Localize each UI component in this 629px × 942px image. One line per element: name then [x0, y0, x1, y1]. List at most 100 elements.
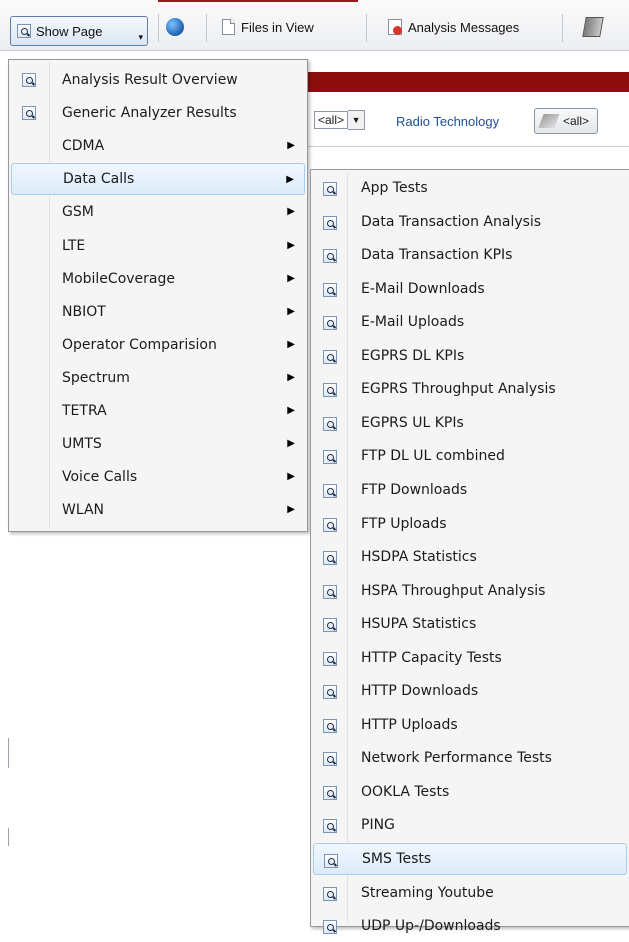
submenu-item-egprs-ul-kpis[interactable]: EGPRS UL KPIs — [313, 407, 627, 439]
magnifier-page-icon — [323, 584, 337, 599]
menu-item-mobilecoverage[interactable]: MobileCoverage ▶ — [11, 263, 305, 295]
menu-item-data-calls[interactable]: Data Calls ▶ — [11, 163, 305, 196]
book-button[interactable] — [582, 14, 604, 40]
filter-row: <all> ▼ Radio Technology <all> — [300, 106, 629, 136]
submenu-item-ftp-downloads[interactable]: FTP Downloads — [313, 474, 627, 506]
files-in-view-button[interactable]: Files in View — [222, 14, 314, 40]
magnifier-page-icon — [323, 551, 337, 566]
magnifier-page-icon — [323, 752, 337, 767]
submenu-item-e-mail-downloads[interactable]: E-Mail Downloads — [313, 273, 627, 305]
submenu-item-label: UDP Up-/Downloads — [361, 918, 501, 935]
data-calls-submenu: App Tests Data Transaction Analysis Data T… — [310, 169, 629, 935]
files-in-view-label: Files in View — [241, 19, 314, 35]
menu-item-tetra[interactable]: TETRA ▶ — [11, 395, 305, 427]
error-message-icon — [388, 19, 402, 35]
submenu-item-app-tests[interactable]: App Tests — [313, 172, 627, 204]
toolbar-divider — [562, 14, 563, 42]
submenu-item-label: EGPRS UL KPIs — [361, 414, 464, 431]
toolbar-divider — [366, 14, 367, 42]
menu-item-label: GSM — [62, 204, 94, 221]
first-filter-select[interactable]: <all> ▼ — [314, 110, 366, 130]
menu-item-nbiot[interactable]: NBIOT ▶ — [11, 296, 305, 328]
submenu-item-label: OOKLA Tests — [361, 783, 450, 800]
submenu-item-network-performance-tests[interactable]: Network Performance Tests — [313, 742, 627, 774]
magnifier-page-icon — [17, 24, 31, 38]
magnifier-page-icon — [323, 920, 337, 935]
magnifier-page-icon — [22, 73, 36, 87]
submenu-item-hsupa-statistics[interactable]: HSUPA Statistics — [313, 608, 627, 640]
submenu-item-http-uploads[interactable]: HTTP Uploads — [313, 709, 627, 741]
menu-item-generic-analyzer-results[interactable]: Generic Analyzer Results — [11, 97, 305, 129]
chevron-down-icon: ▾ — [138, 32, 143, 42]
submenu-item-label: FTP DL UL combined — [361, 448, 505, 465]
submenu-item-data-transaction-kpis[interactable]: Data Transaction KPIs — [313, 239, 627, 271]
radio-technology-value: <all> — [563, 114, 590, 128]
magnifier-page-icon — [323, 349, 337, 364]
magnifier-page-icon — [323, 483, 337, 498]
menu-item-operator-comparision[interactable]: Operator Comparision ▶ — [11, 329, 305, 361]
menu-item-gsm[interactable]: GSM ▶ — [11, 196, 305, 228]
submenu-item-ping[interactable]: PING — [313, 809, 627, 841]
submenu-item-label: HSUPA Statistics — [361, 616, 477, 633]
submenu-item-streaming-youtube[interactable]: Streaming Youtube — [313, 877, 627, 909]
submenu-item-label: EGPRS DL KPIs — [361, 347, 465, 364]
panel-divider — [300, 146, 629, 147]
magnifier-page-icon — [323, 819, 337, 834]
magnifier-page-icon — [323, 182, 337, 196]
menu-item-label: MobileCoverage — [62, 270, 175, 287]
submenu-item-label: HTTP Downloads — [361, 683, 479, 700]
edge-mark — [8, 738, 9, 768]
menu-item-lte[interactable]: LTE ▶ — [11, 230, 305, 262]
globe-icon — [166, 18, 184, 36]
show-page-label: Show Page — [36, 23, 103, 39]
toolbar-divider — [206, 14, 207, 42]
submenu-item-udp-up-downloads[interactable]: UDP Up-/Downloads — [313, 910, 627, 942]
chevron-down-icon: ▼ — [348, 110, 366, 130]
filter-pen-icon — [538, 114, 560, 128]
submenu-arrow-icon: ▶ — [287, 504, 295, 516]
submenu-item-ookla-tests[interactable]: OOKLA Tests — [313, 776, 627, 808]
submenu-item-data-transaction-analysis[interactable]: Data Transaction Analysis — [313, 206, 627, 238]
submenu-item-ftp-uploads[interactable]: FTP Uploads — [313, 508, 627, 540]
toolbar-accent-line — [158, 0, 358, 2]
menu-item-label: Generic Analyzer Results — [62, 105, 237, 122]
menu-item-umts[interactable]: UMTS ▶ — [11, 428, 305, 460]
submenu-item-hsdpa-statistics[interactable]: HSDPA Statistics — [313, 541, 627, 573]
menu-item-label: Voice Calls — [62, 469, 138, 486]
submenu-item-egprs-dl-kpis[interactable]: EGPRS DL KPIs — [313, 340, 627, 372]
menu-item-label: NBIOT — [62, 303, 106, 320]
submenu-arrow-icon: ▶ — [287, 371, 295, 383]
magnifier-page-icon — [323, 416, 337, 431]
submenu-item-label: Network Performance Tests — [361, 750, 552, 767]
radio-technology-filter-button[interactable]: <all> — [534, 108, 599, 134]
menu-item-wlan[interactable]: WLAN ▶ — [11, 494, 305, 526]
radio-technology-label: Radio Technology — [396, 114, 500, 129]
magnifier-page-icon — [323, 886, 337, 901]
submenu-item-sms-tests[interactable]: SMS Tests — [313, 843, 627, 875]
globe-button[interactable] — [166, 14, 184, 40]
magnifier-page-icon — [323, 282, 337, 297]
submenu-item-http-capacity-tests[interactable]: HTTP Capacity Tests — [313, 642, 627, 674]
submenu-item-label: PING — [361, 817, 395, 834]
first-filter-value: <all> — [314, 111, 349, 129]
submenu-item-hspa-throughput-analysis[interactable]: HSPA Throughput Analysis — [313, 575, 627, 607]
submenu-item-label: HSDPA Statistics — [361, 549, 477, 566]
analysis-messages-button[interactable]: Analysis Messages — [388, 14, 519, 40]
submenu-item-label: FTP Downloads — [361, 481, 468, 498]
menu-item-spectrum[interactable]: Spectrum ▶ — [11, 362, 305, 394]
magnifier-page-icon — [22, 106, 36, 121]
submenu-item-http-downloads[interactable]: HTTP Downloads — [313, 675, 627, 707]
submenu-arrow-icon: ▶ — [287, 140, 295, 152]
magnifier-page-icon — [323, 651, 337, 666]
menu-item-analysis-result-overview[interactable]: Analysis Result Overview — [11, 64, 305, 96]
menu-item-cdma[interactable]: CDMA ▶ — [11, 130, 305, 162]
section-header-bar — [300, 72, 629, 92]
submenu-item-egprs-throughput-analysis[interactable]: EGPRS Throughput Analysis — [313, 373, 627, 405]
show-page-button[interactable]: Show Page ▾ — [10, 16, 148, 46]
submenu-item-e-mail-uploads[interactable]: E-Mail Uploads — [313, 306, 627, 338]
submenu-arrow-icon: ▶ — [287, 438, 295, 450]
submenu-item-ftp-dl-ul-combined[interactable]: FTP DL UL combined — [313, 440, 627, 472]
menu-item-voice-calls[interactable]: Voice Calls ▶ — [11, 461, 305, 493]
submenu-arrow-icon: ▶ — [287, 206, 295, 218]
magnifier-page-icon — [323, 316, 337, 331]
